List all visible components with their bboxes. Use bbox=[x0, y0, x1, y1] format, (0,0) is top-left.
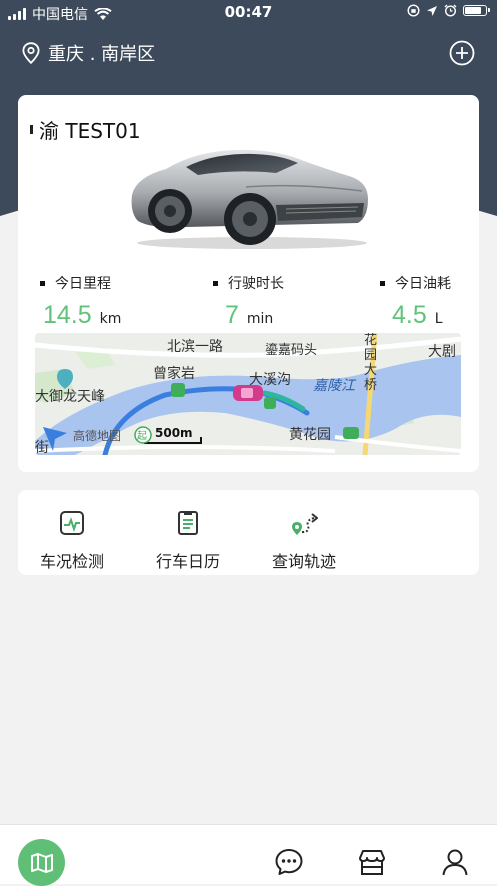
vehicle-card[interactable]: 渝 TEST01 今日里程 14.5 km 行驶时长 7 min 今日油耗 4.… bbox=[18, 95, 479, 472]
battery-icon bbox=[463, 5, 490, 16]
store-icon[interactable] bbox=[357, 847, 387, 877]
stat-unit: L bbox=[434, 311, 443, 327]
tab-map[interactable] bbox=[18, 839, 65, 886]
user-icon[interactable] bbox=[440, 847, 470, 877]
stat-value: 7 bbox=[225, 301, 239, 329]
stat-value: 14.5 bbox=[43, 301, 92, 329]
pulse-monitor-icon bbox=[60, 511, 84, 535]
vehicle-check-button[interactable]: 车况检测 bbox=[40, 510, 104, 572]
function-label: 行车日历 bbox=[156, 552, 221, 571]
stat-fuel: 今日油耗 4.5 L bbox=[380, 273, 451, 330]
stat-value: 4.5 bbox=[392, 301, 427, 329]
status-right bbox=[407, 4, 490, 17]
stat-label: 行驶时长 bbox=[228, 276, 284, 292]
map-scale-label: 500m bbox=[155, 426, 193, 440]
map-label-daxigou: 大溪沟 bbox=[249, 372, 291, 388]
map-label-river: 嘉陵江 bbox=[313, 378, 355, 394]
map-label-zengjiayan: 曾家岩 bbox=[153, 366, 195, 382]
status-bar: 中国电信 00:47 bbox=[0, 0, 497, 26]
stat-label: 今日里程 bbox=[55, 276, 111, 292]
function-label: 查询轨迹 bbox=[272, 552, 337, 571]
track-query-button[interactable]: 查询轨迹 bbox=[272, 510, 336, 572]
location-selector[interactable]: 重庆 . 南岸区 bbox=[22, 40, 155, 66]
plate-text: 渝 TEST01 bbox=[39, 119, 141, 143]
stat-unit: min bbox=[246, 311, 274, 327]
drive-calendar-button[interactable]: 行车日历 bbox=[156, 510, 220, 572]
map-label-theatre: 大剧 bbox=[428, 344, 456, 360]
location-label: 重庆 . 南岸区 bbox=[48, 44, 156, 65]
location-pin-icon bbox=[22, 42, 40, 64]
stat-mileage: 今日里程 14.5 km bbox=[40, 273, 121, 330]
chat-bubble-icon[interactable] bbox=[274, 847, 304, 877]
clipboard-list-icon bbox=[178, 511, 198, 535]
stat-marker bbox=[380, 280, 385, 286]
stat-label: 今日油耗 bbox=[395, 276, 451, 292]
stat-duration: 行驶时长 7 min bbox=[213, 273, 284, 330]
function-card: 车况检测 行车日历 查询轨迹 bbox=[18, 490, 479, 575]
vehicle-plate: 渝 TEST01 bbox=[30, 115, 141, 144]
map-label-pier: 鎏嘉码头 bbox=[265, 343, 318, 358]
stat-marker bbox=[40, 280, 45, 286]
add-icon[interactable] bbox=[449, 40, 475, 66]
map-label-poi: 大御龙天峰 bbox=[35, 389, 105, 405]
tab-bar bbox=[0, 824, 497, 886]
function-label: 车况检测 bbox=[40, 552, 105, 571]
map-logo: 高德地图 bbox=[73, 429, 122, 443]
map-start-marker: 起 bbox=[137, 431, 147, 442]
location-arrow-icon bbox=[427, 5, 437, 16]
rotation-lock-icon bbox=[407, 4, 420, 17]
map-label-huanghuayuan: 黄花园 bbox=[289, 427, 331, 443]
plate-marker bbox=[30, 125, 33, 134]
map-icon bbox=[30, 852, 53, 873]
route-map[interactable]: 北滨一路 鎏嘉码头 花园大桥 大剧 曾家岩 大溪沟 嘉陵江 大御龙天峰 黄花园 … bbox=[35, 333, 461, 455]
stat-unit: km bbox=[99, 311, 122, 327]
car-image bbox=[131, 149, 368, 249]
map-label-bridge: 花园大桥 bbox=[364, 333, 378, 393]
route-track-icon bbox=[292, 513, 318, 535]
map-label-street: 街 bbox=[35, 440, 49, 455]
map-label-road: 北滨一路 bbox=[167, 339, 223, 355]
stat-marker bbox=[213, 280, 218, 286]
alarm-icon bbox=[444, 4, 457, 17]
